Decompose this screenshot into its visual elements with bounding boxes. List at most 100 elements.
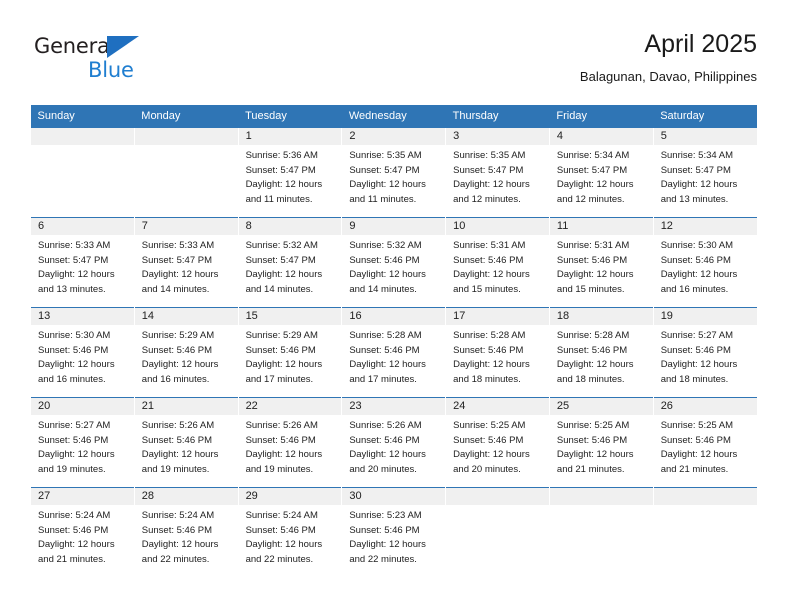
calendar-day-cell[interactable]: 10 Sunrise: 5:31 AM Sunset: 5:46 PM Dayligh… [445, 217, 550, 308]
calendar-day-cell[interactable]: 29 Sunrise: 5:24 AM Sunset: 5:46 PM Dayligh… [237, 487, 342, 578]
weekday-header-thursday: Thursday [445, 105, 550, 128]
calendar-day-cell-empty [548, 487, 654, 578]
sunrise-text: Sunrise: 5:35 AM [453, 150, 526, 161]
daylight-text: Daylight: 12 hours [556, 359, 634, 370]
calendar-week-row: 1 Sunrise: 5:36 AM Sunset: 5:47 PM Daylight… [30, 127, 757, 218]
calendar-day-cell[interactable]: 13 Sunrise: 5:30 AM Sunset: 5:46 PM Dayligh… [30, 307, 135, 398]
sunset-text: Sunset: 5:47 PM [660, 164, 731, 176]
daylight-text: Daylight: 12 hours [245, 359, 323, 370]
sunrise-text: Sunrise: 5:23 AM [349, 510, 422, 521]
sunset-text: Sunset: 5:46 PM [349, 434, 420, 446]
day-details: Sunrise: 5:28 AM Sunset: 5:46 PM Daylight:… [342, 325, 445, 387]
generalblue-logo[interactable]: General Blue [34, 34, 174, 88]
day-details: Sunrise: 5:28 AM Sunset: 5:46 PM Daylight:… [446, 325, 549, 387]
calendar-day-cell[interactable]: 28 Sunrise: 5:24 AM Sunset: 5:46 PM Dayligh… [133, 487, 239, 578]
weekday-header-wednesday: Wednesday [341, 105, 446, 128]
day-details: Sunrise: 5:31 AM Sunset: 5:46 PM Daylight:… [550, 235, 653, 297]
sunrise-text: Sunrise: 5:24 AM [141, 510, 215, 521]
day-details: Sunrise: 5:27 AM Sunset: 5:46 PM Daylight:… [654, 325, 757, 387]
day-number: 25 [549, 398, 653, 415]
sunset-text: Sunset: 5:46 PM [38, 344, 109, 356]
calendar-day-cell[interactable]: 1 Sunrise: 5:36 AM Sunset: 5:47 PM Daylight… [237, 127, 342, 218]
sunset-text: Sunset: 5:46 PM [453, 254, 524, 266]
daylight-text: Daylight: 12 hours [349, 359, 426, 370]
calendar-day-cell-empty [652, 487, 757, 578]
sunrise-text: Sunrise: 5:25 AM [660, 420, 734, 431]
calendar-day-cell[interactable]: 24 Sunrise: 5:25 AM Sunset: 5:46 PM Dayligh… [445, 397, 550, 488]
day-number: 22 [238, 398, 342, 415]
sunrise-text: Sunrise: 5:32 AM [245, 240, 318, 251]
daylight-text-cont: and 12 minutes. [556, 193, 625, 205]
calendar-day-cell[interactable]: 9 Sunrise: 5:32 AM Sunset: 5:46 PM Daylight… [341, 217, 446, 308]
daylight-text: Daylight: 12 hours [245, 269, 323, 280]
daylight-text-cont: and 22 minutes. [141, 553, 210, 565]
daylight-text: Daylight: 12 hours [38, 269, 115, 280]
day-number: 8 [238, 218, 342, 235]
calendar-day-cell[interactable]: 21 Sunrise: 5:26 AM Sunset: 5:46 PM Dayligh… [133, 397, 239, 488]
day-number: 6 [31, 218, 134, 235]
sunset-text: Sunset: 5:46 PM [141, 524, 213, 536]
sunset-text: Sunset: 5:46 PM [245, 434, 316, 446]
calendar-day-cell[interactable]: 20 Sunrise: 5:27 AM Sunset: 5:46 PM Dayligh… [30, 397, 135, 488]
sunrise-text: Sunrise: 5:31 AM [453, 240, 526, 251]
day-number: 9 [342, 218, 446, 235]
day-number: 5 [653, 128, 757, 145]
weekday-header-saturday: Saturday [653, 105, 757, 128]
calendar-day-cell[interactable]: 26 Sunrise: 5:25 AM Sunset: 5:46 PM Dayligh… [652, 397, 757, 488]
day-details: Sunrise: 5:33 AM Sunset: 5:47 PM Daylight:… [135, 235, 238, 297]
day-number: 16 [342, 308, 446, 325]
calendar-day-cell[interactable]: 7 Sunrise: 5:33 AM Sunset: 5:47 PM Daylight… [133, 217, 239, 308]
calendar-day-cell[interactable]: 27 Sunrise: 5:24 AM Sunset: 5:46 PM Dayligh… [30, 487, 135, 578]
sunset-text: Sunset: 5:47 PM [453, 164, 524, 176]
daylight-text: Daylight: 12 hours [453, 359, 530, 370]
day-details: Sunrise: 5:25 AM Sunset: 5:46 PM Daylight:… [654, 415, 757, 477]
sunrise-text: Sunrise: 5:24 AM [38, 510, 111, 521]
sunset-text: Sunset: 5:47 PM [349, 164, 420, 176]
sunrise-text: Sunrise: 5:35 AM [349, 150, 422, 161]
daylight-text-cont: and 15 minutes. [556, 283, 625, 295]
calendar-day-cell[interactable]: 15 Sunrise: 5:29 AM Sunset: 5:46 PM Dayligh… [237, 307, 342, 398]
sunset-text: Sunset: 5:46 PM [556, 344, 628, 356]
calendar-day-cell[interactable]: 4 Sunrise: 5:34 AM Sunset: 5:47 PM Daylight… [548, 127, 654, 218]
daylight-text-cont: and 21 minutes. [660, 463, 729, 475]
calendar-day-cell[interactable]: 3 Sunrise: 5:35 AM Sunset: 5:47 PM Daylight… [445, 127, 550, 218]
sunset-text: Sunset: 5:46 PM [660, 434, 731, 446]
day-number: 28 [134, 488, 238, 505]
page-header: General Blue April 2025 Balagunan, Davao… [34, 28, 757, 96]
day-number: 27 [31, 488, 134, 505]
calendar-day-cell[interactable]: 22 Sunrise: 5:26 AM Sunset: 5:46 PM Dayligh… [237, 397, 342, 488]
day-details: Sunrise: 5:29 AM Sunset: 5:46 PM Daylight:… [135, 325, 238, 387]
day-number: 29 [238, 488, 342, 505]
calendar-day-cell-empty [133, 127, 239, 218]
daylight-text-cont: and 22 minutes. [349, 553, 417, 565]
calendar-day-cell[interactable]: 19 Sunrise: 5:27 AM Sunset: 5:46 PM Dayligh… [652, 307, 757, 398]
daylight-text-cont: and 19 minutes. [245, 463, 314, 475]
calendar-day-cell[interactable]: 6 Sunrise: 5:33 AM Sunset: 5:47 PM Daylight… [30, 217, 135, 308]
day-details: Sunrise: 5:35 AM Sunset: 5:47 PM Daylight:… [342, 145, 445, 207]
daylight-text: Daylight: 12 hours [38, 359, 115, 370]
day-number: 24 [446, 398, 549, 415]
daylight-text: Daylight: 12 hours [245, 539, 323, 550]
calendar-day-cell[interactable]: 12 Sunrise: 5:30 AM Sunset: 5:46 PM Dayligh… [652, 217, 757, 308]
calendar-day-cell[interactable]: 14 Sunrise: 5:29 AM Sunset: 5:46 PM Dayligh… [133, 307, 239, 398]
sunset-text: Sunset: 5:47 PM [38, 254, 109, 266]
calendar-day-cell[interactable]: 18 Sunrise: 5:28 AM Sunset: 5:46 PM Dayligh… [548, 307, 654, 398]
calendar-day-cell[interactable]: 23 Sunrise: 5:26 AM Sunset: 5:46 PM Dayligh… [341, 397, 446, 488]
daylight-text: Daylight: 12 hours [660, 359, 738, 370]
calendar-day-cell-empty [30, 127, 135, 218]
calendar-day-cell[interactable]: 25 Sunrise: 5:25 AM Sunset: 5:46 PM Dayligh… [548, 397, 654, 488]
calendar-day-cell[interactable]: 16 Sunrise: 5:28 AM Sunset: 5:46 PM Dayligh… [341, 307, 446, 398]
calendar-day-cell[interactable]: 5 Sunrise: 5:34 AM Sunset: 5:47 PM Daylight… [652, 127, 757, 218]
daylight-text-cont: and 14 minutes. [141, 283, 210, 295]
calendar-day-cell[interactable]: 17 Sunrise: 5:28 AM Sunset: 5:46 PM Dayligh… [445, 307, 550, 398]
daylight-text-cont: and 17 minutes. [349, 373, 417, 385]
sunrise-text: Sunrise: 5:31 AM [556, 240, 630, 251]
sunset-text: Sunset: 5:46 PM [141, 344, 213, 356]
sunrise-text: Sunrise: 5:32 AM [349, 240, 422, 251]
calendar-day-cell[interactable]: 2 Sunrise: 5:35 AM Sunset: 5:47 PM Daylight… [341, 127, 446, 218]
calendar-day-cell[interactable]: 30 Sunrise: 5:23 AM Sunset: 5:46 PM Dayligh… [341, 487, 446, 578]
sunrise-text: Sunrise: 5:30 AM [38, 330, 111, 341]
calendar-day-cell[interactable]: 8 Sunrise: 5:32 AM Sunset: 5:47 PM Daylight… [237, 217, 342, 308]
day-number: 14 [134, 308, 238, 325]
calendar-day-cell[interactable]: 11 Sunrise: 5:31 AM Sunset: 5:46 PM Dayligh… [548, 217, 654, 308]
